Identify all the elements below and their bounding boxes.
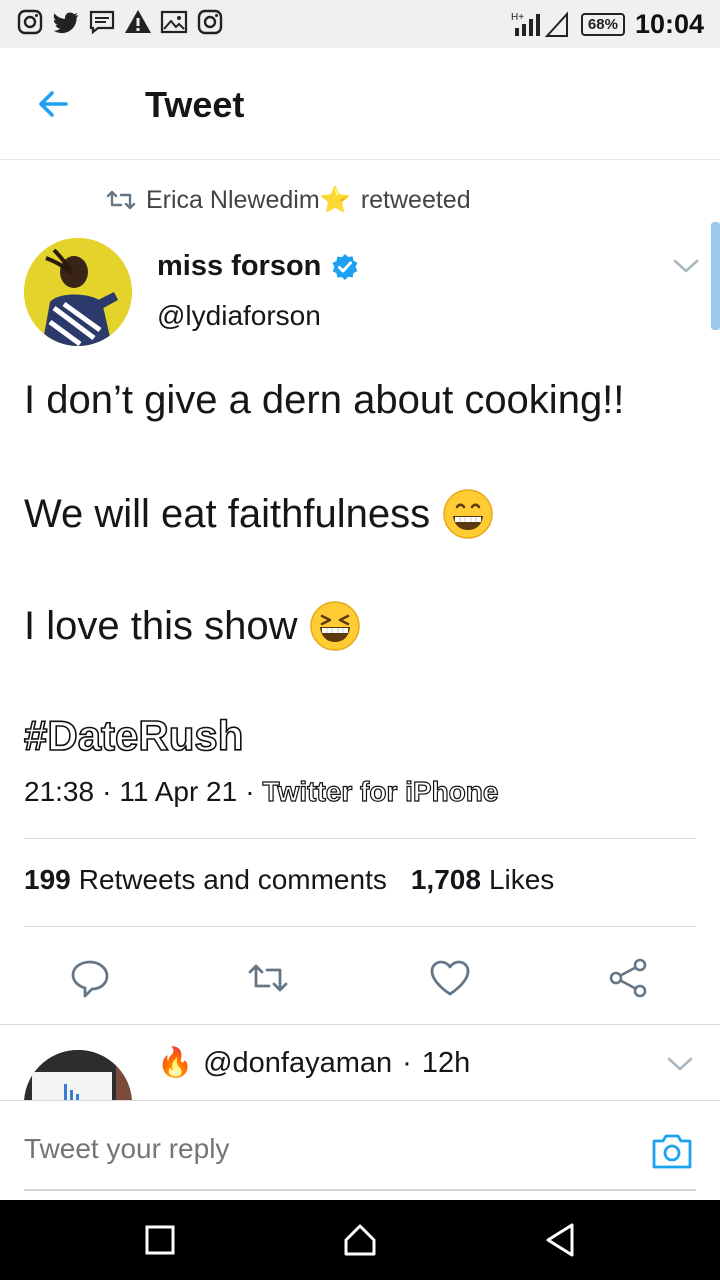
home-icon [344,1224,376,1256]
tweet-meta: 21:38 · 11 Apr 21 · Twitter for iPhone [24,775,499,808]
chevron-down-icon[interactable] [666,1054,694,1074]
meta-separator: · [402,1046,412,1079]
input-underline [24,1189,696,1191]
tweet-text-line: I don’t give a dern about cooking!! [24,378,624,423]
square-icon [145,1225,175,1255]
instagram-icon [197,9,223,35]
tweet-text-line: We will eat faithfulness [24,488,494,540]
divider [24,838,696,839]
heart-icon [430,960,470,996]
author-avatar[interactable] [24,238,132,346]
likes-label[interactable]: Likes [489,864,554,896]
like-button[interactable] [428,956,472,1000]
divider [24,926,696,927]
retweet-button[interactable] [246,956,290,1000]
reply-header: 🔥 @donfayaman · 12h [157,1046,470,1080]
page-title: Tweet [145,84,245,125]
retweets-label[interactable]: Retweets and comments [79,864,387,896]
notification-icons [16,8,224,36]
tweet-date: 11 Apr 21 [119,776,238,807]
retweet-icon [106,190,136,210]
tweet-action-bar [0,952,720,1002]
retweeter-name[interactable]: Erica Nlewedim [146,186,320,215]
verified-badge-icon [332,253,358,280]
back-nav-button[interactable] [540,1220,580,1260]
author-handle[interactable]: @lydiaforson [157,300,321,332]
scrollbar[interactable] [711,222,720,330]
reply-icon [71,960,109,998]
retweets-count[interactable]: 199 [24,864,71,896]
chevron-down-icon[interactable] [672,256,700,276]
likes-count[interactable]: 1,708 [411,864,481,896]
instagram-icon [17,9,43,35]
home-button[interactable] [340,1220,380,1260]
top-app-bar: Tweet [0,48,720,160]
back-button[interactable] [32,84,80,124]
meta-separator: · [245,776,255,807]
grinning-face-emoji-icon [443,489,493,539]
hashtag-link[interactable]: #DateRush [23,711,244,760]
meta-separator: · [102,776,112,807]
laughing-face-emoji-icon [310,601,361,651]
camera-icon [652,1134,692,1169]
message-icon [89,10,115,35]
divider [0,1024,720,1025]
reply-composer [0,1100,720,1200]
svg-text:H+: H+ [511,12,524,23]
tweet-text-line: I love this show [24,600,361,652]
arrow-left-icon [39,91,68,117]
author-name[interactable]: miss forson [157,250,359,283]
warning-icon [125,10,151,33]
tweet-text-3: I love this show [24,603,298,648]
status-right: H+ 68% 10:04 [511,6,704,42]
tweet-text-1: I don’t give a dern about cooking!! [24,378,625,422]
retweet-icon [248,964,288,992]
reply-button[interactable] [68,956,112,1000]
twitter-icon [53,12,78,34]
star-badge: ⭐ [319,185,351,214]
share-button[interactable] [606,956,650,1000]
retweet-action-label: retweeted [360,185,471,214]
author-display-name[interactable]: miss forson [157,250,321,283]
reply-handle[interactable]: @donfayaman [203,1047,392,1080]
retweet-context[interactable]: Erica Nlewedim ⭐ retweeted [106,182,471,218]
fire-emoji: 🔥 [157,1047,194,1079]
share-icon [609,958,647,998]
system-nav-bar [0,1200,720,1280]
reply-input[interactable] [24,1133,584,1165]
image-icon [160,10,188,34]
tweet-text-2: We will eat faithfulness [24,491,431,536]
tweet-stats: 199 Retweets and comments 1,708 Likes [24,864,554,896]
tweet-source-link[interactable]: Twitter for iPhone [262,775,499,808]
camera-button[interactable] [650,1131,694,1171]
tweet-time: 21:38 [24,776,95,807]
avatar-image [24,238,132,346]
status-bar: H+ 68% 10:04 [0,0,720,48]
status-clock: 10:04 [634,8,704,39]
signal-icon: H+ [511,11,568,37]
triangle-back-icon [546,1223,574,1257]
reply-age: 12h [421,1046,471,1079]
battery-indicator: 68% [580,12,625,36]
recents-button[interactable] [140,1220,180,1260]
